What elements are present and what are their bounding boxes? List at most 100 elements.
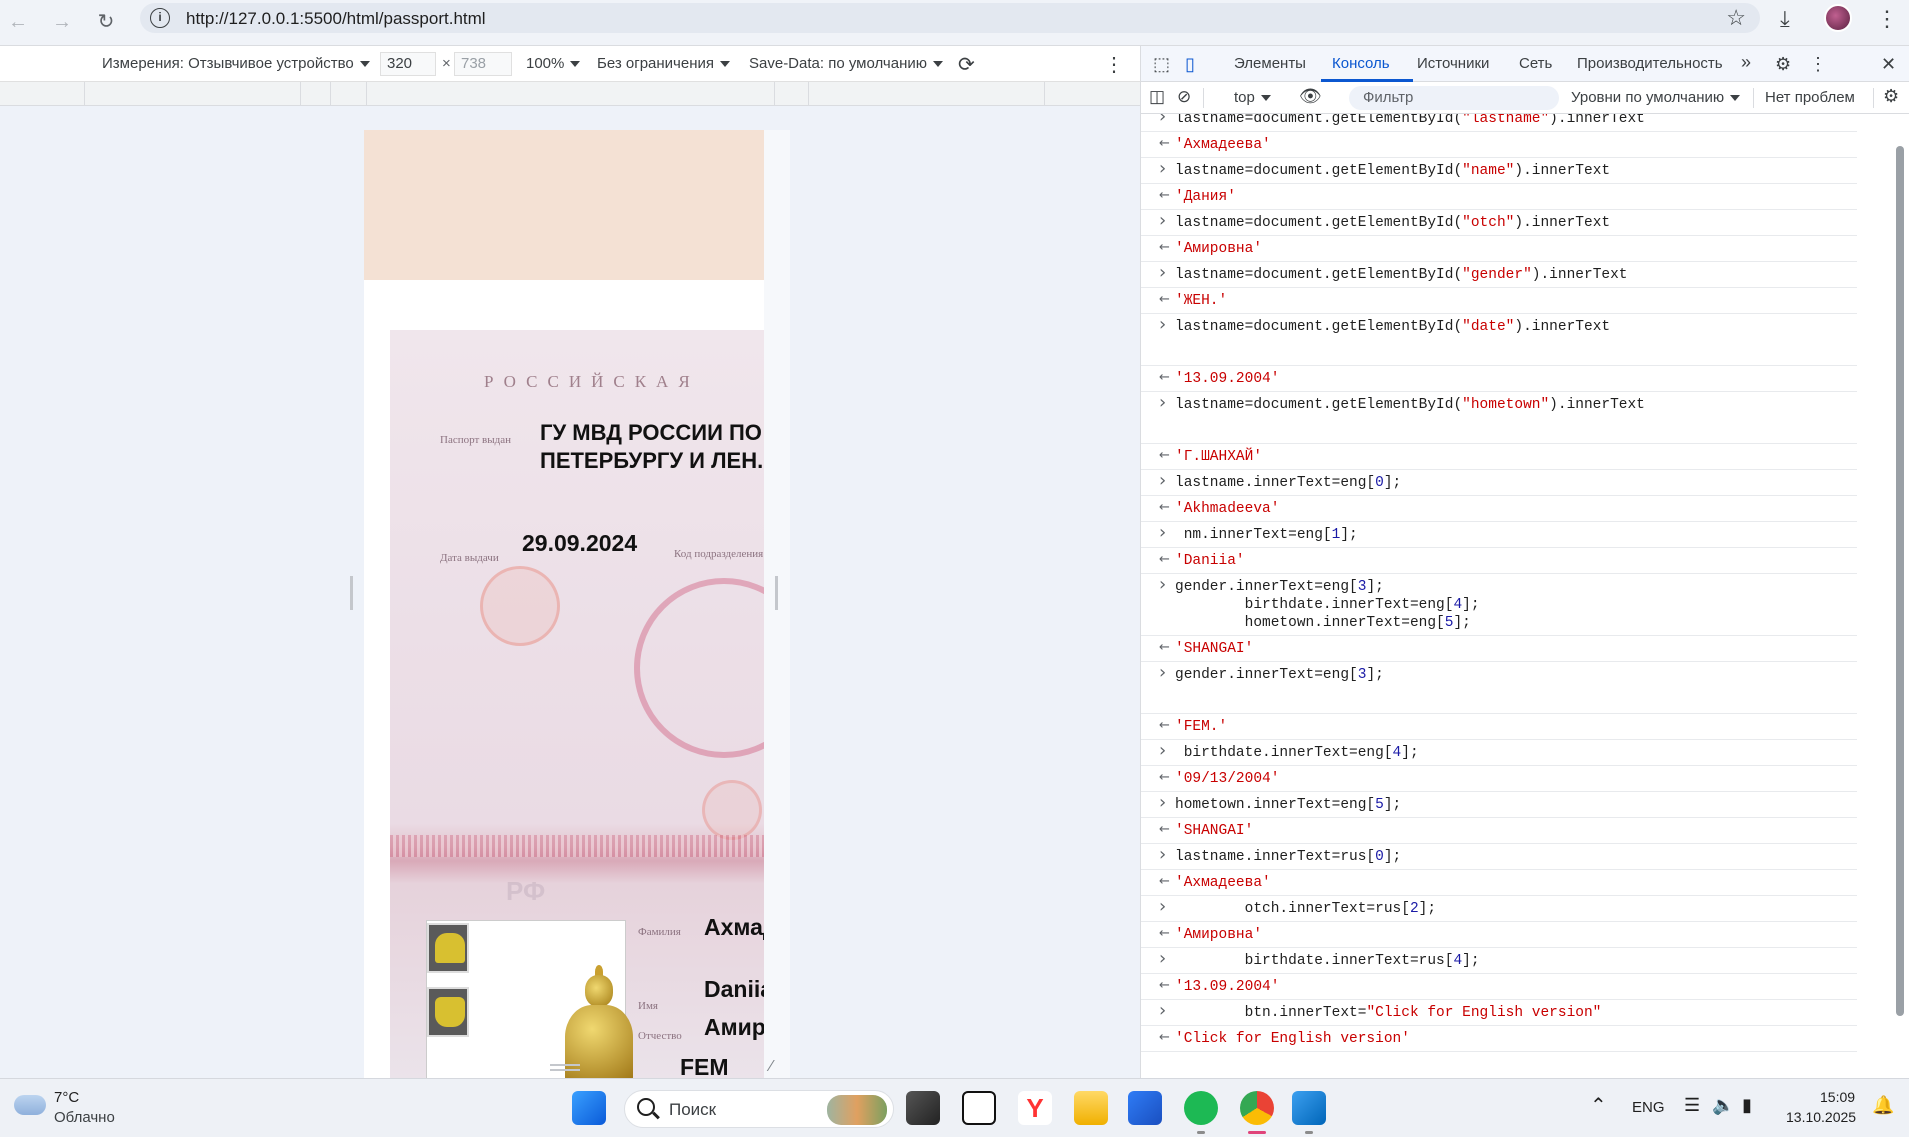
console-input-row[interactable]: › nm.innerText=eng[1];	[1141, 522, 1857, 548]
console-result-row[interactable]: ← 'Click for English version'	[1141, 1026, 1857, 1052]
console-result-row[interactable]: ← 'SHANGAI'	[1141, 818, 1857, 844]
forward-icon[interactable]: →	[46, 6, 78, 38]
console-result-row[interactable]: ← '09/13/2004'	[1141, 766, 1857, 792]
scrollbar-thumb[interactable]	[1896, 146, 1904, 1016]
file-explorer-icon[interactable]	[1074, 1091, 1108, 1125]
console-result-row[interactable]: ← 'Ахмадеева'	[1141, 132, 1857, 158]
console-result-row[interactable]: ← '13.09.2004'	[1141, 366, 1857, 392]
console-input-row[interactable]: › gender.innerText=eng[3];	[1141, 662, 1857, 714]
console-input-row[interactable]: › lastname=document.getElementById("lastn…	[1141, 114, 1857, 132]
console-input-row[interactable]: › gender.innerText=eng[3]; birthdate.inne…	[1141, 574, 1857, 636]
levels-dropdown[interactable]: Уровни по умолчанию	[1571, 89, 1741, 106]
taskbar-search[interactable]: Поиск	[624, 1090, 894, 1128]
tab-performance[interactable]: Производительность	[1577, 55, 1723, 72]
tab-sources[interactable]: Источники	[1417, 55, 1489, 72]
site-info-icon[interactable]: i	[150, 8, 170, 28]
console-result-row[interactable]: ← 'Амировна'	[1141, 236, 1857, 262]
filter-input[interactable]: Фильтр	[1349, 86, 1559, 110]
issues-counter[interactable]: Нет проблем	[1765, 89, 1855, 106]
console-result-row[interactable]: ← 'Дания'	[1141, 184, 1857, 210]
console-result-row[interactable]: ← 'FEM.'	[1141, 714, 1857, 740]
language-indicator[interactable]: ENG	[1632, 1099, 1665, 1116]
chrome-menu-icon[interactable]: ⋮	[1876, 6, 1898, 32]
url-text[interactable]: http://127.0.0.1:5500/html/passport.html	[186, 9, 486, 29]
save-data-dropdown[interactable]: Save-Data: по умолчанию	[749, 55, 943, 72]
inspect-element-icon[interactable]: ⬚	[1153, 54, 1170, 75]
console-result-row[interactable]: ← 'Амировна'	[1141, 922, 1857, 948]
throttle-dropdown[interactable]: Без ограничения	[597, 55, 731, 72]
console-result-row[interactable]: ← '13.09.2004'	[1141, 974, 1857, 1000]
console-settings-gear-icon[interactable]: ⚙	[1883, 86, 1899, 107]
bottom-resize-handle-2[interactable]	[550, 1069, 580, 1071]
console-input-row[interactable]: › lastname=document.getElementById("otch"…	[1141, 210, 1857, 236]
corner-resize-icon[interactable]: ∕	[770, 1058, 773, 1076]
notification-bell-icon[interactable]: 🔔	[1872, 1095, 1894, 1116]
bookmark-star-icon[interactable]: ☆	[1726, 5, 1746, 31]
right-resize-handle[interactable]	[775, 576, 778, 610]
zoom-dropdown[interactable]: 100%	[526, 55, 581, 72]
clock-time[interactable]: 15:09	[1820, 1089, 1855, 1105]
dimensions-dropdown[interactable]: Измерения: Отзывчивое устройство	[102, 55, 370, 72]
console-input-row[interactable]: › lastname.innerText=rus[0];	[1141, 844, 1857, 870]
weather-desc[interactable]: Облачно	[54, 1109, 115, 1126]
vscode-icon[interactable]	[1292, 1091, 1326, 1125]
console-result-row[interactable]: ← 'Ахмадеева'	[1141, 870, 1857, 896]
left-resize-handle[interactable]	[350, 576, 353, 610]
more-options-icon[interactable]: ⋮	[1104, 52, 1124, 77]
console-input-row[interactable]: › btn.innerText="Click for English versi…	[1141, 1000, 1857, 1026]
settings-gear-icon[interactable]: ⚙	[1775, 54, 1791, 75]
console-result-row[interactable]: ← 'Akhmadeeva'	[1141, 496, 1857, 522]
console-input-row[interactable]: › lastname=document.getElementById("homet…	[1141, 392, 1857, 444]
issue-date-caption: Дата выдачи	[440, 552, 499, 564]
microsoft-store-icon[interactable]	[1128, 1091, 1162, 1125]
rotate-icon[interactable]: ⟳	[958, 52, 975, 77]
console-toolbar: ◫ ⊘ top 👁 Фильтр Уровни по умолчанию Нет…	[1141, 82, 1909, 114]
volume-icon[interactable]: 🔈	[1712, 1095, 1734, 1116]
yandex-browser-icon[interactable]: Y	[1018, 1091, 1052, 1125]
wifi-icon[interactable]: ☰	[1684, 1095, 1700, 1116]
more-tabs-icon[interactable]: »	[1741, 52, 1751, 73]
console-result-row[interactable]: ← 'Г.ШАНХАЙ'	[1141, 444, 1857, 470]
download-icon[interactable]: ⤓	[1780, 6, 1790, 32]
back-icon[interactable]: ←	[2, 6, 34, 38]
battery-icon[interactable]: ▮	[1742, 1095, 1752, 1116]
address-bar[interactable]: i http://127.0.0.1:5500/html/passport.ht…	[140, 3, 1760, 33]
clock-date[interactable]: 13.10.2025	[1786, 1109, 1856, 1125]
console-result-row[interactable]: ← 'SHANGAI'	[1141, 636, 1857, 662]
reload-icon[interactable]: ↻	[90, 6, 122, 38]
sidebar-toggle-icon[interactable]: ◫	[1149, 87, 1165, 107]
tab-elements[interactable]: Элементы	[1234, 55, 1306, 72]
chrome-icon[interactable]	[1240, 1091, 1274, 1125]
console-input-row[interactable]: › lastname=document.getElementById("date"…	[1141, 314, 1857, 366]
cloud-icon[interactable]	[14, 1095, 46, 1115]
console-input-row[interactable]: › lastname=document.getElementById("name"…	[1141, 158, 1857, 184]
chevron-up-icon[interactable]: ⌃	[1590, 1093, 1607, 1118]
profile-avatar[interactable]	[1824, 4, 1852, 32]
bottom-resize-handle[interactable]	[550, 1064, 580, 1066]
height-input[interactable]: 738	[454, 52, 512, 76]
close-icon[interactable]: ✕	[1881, 54, 1896, 75]
console-result-row[interactable]: ← 'ЖЕН.'	[1141, 288, 1857, 314]
notion-icon[interactable]	[962, 1091, 996, 1125]
live-expression-eye-icon[interactable]: 👁	[1299, 86, 1322, 107]
device-toggle-icon[interactable]: ▯	[1185, 54, 1195, 75]
console-input-row[interactable]: › lastname=document.getElementById("gende…	[1141, 262, 1857, 288]
task-view-icon[interactable]	[906, 1091, 940, 1125]
clear-console-icon[interactable]: ⊘	[1177, 87, 1191, 107]
context-dropdown[interactable]: top	[1234, 89, 1271, 106]
console-input-row[interactable]: › otch.innerText=rus[2];	[1141, 896, 1857, 922]
console-input-row[interactable]: › birthdate.innerText=rus[4];	[1141, 948, 1857, 974]
tab-console[interactable]: Консоль	[1332, 55, 1390, 72]
console-output[interactable]: › lastname=document.getElementById("lastn…	[1141, 114, 1891, 1078]
tab-network[interactable]: Сеть	[1519, 55, 1552, 72]
console-scrollbar[interactable]	[1894, 114, 1906, 1078]
spotify-icon[interactable]	[1184, 1091, 1218, 1125]
width-input[interactable]: 320	[380, 52, 436, 76]
console-input-row[interactable]: › lastname.innerText=eng[0];	[1141, 470, 1857, 496]
console-result-row[interactable]: ← 'Daniia'	[1141, 548, 1857, 574]
console-input-row[interactable]: › birthdate.innerText=eng[4];	[1141, 740, 1857, 766]
console-input-row[interactable]: › hometown.innerText=eng[5];	[1141, 792, 1857, 818]
windows-start-icon[interactable]	[572, 1091, 606, 1125]
devtools-menu-icon[interactable]: ⋮	[1809, 54, 1827, 75]
weather-temp[interactable]: 7°C	[54, 1089, 79, 1106]
